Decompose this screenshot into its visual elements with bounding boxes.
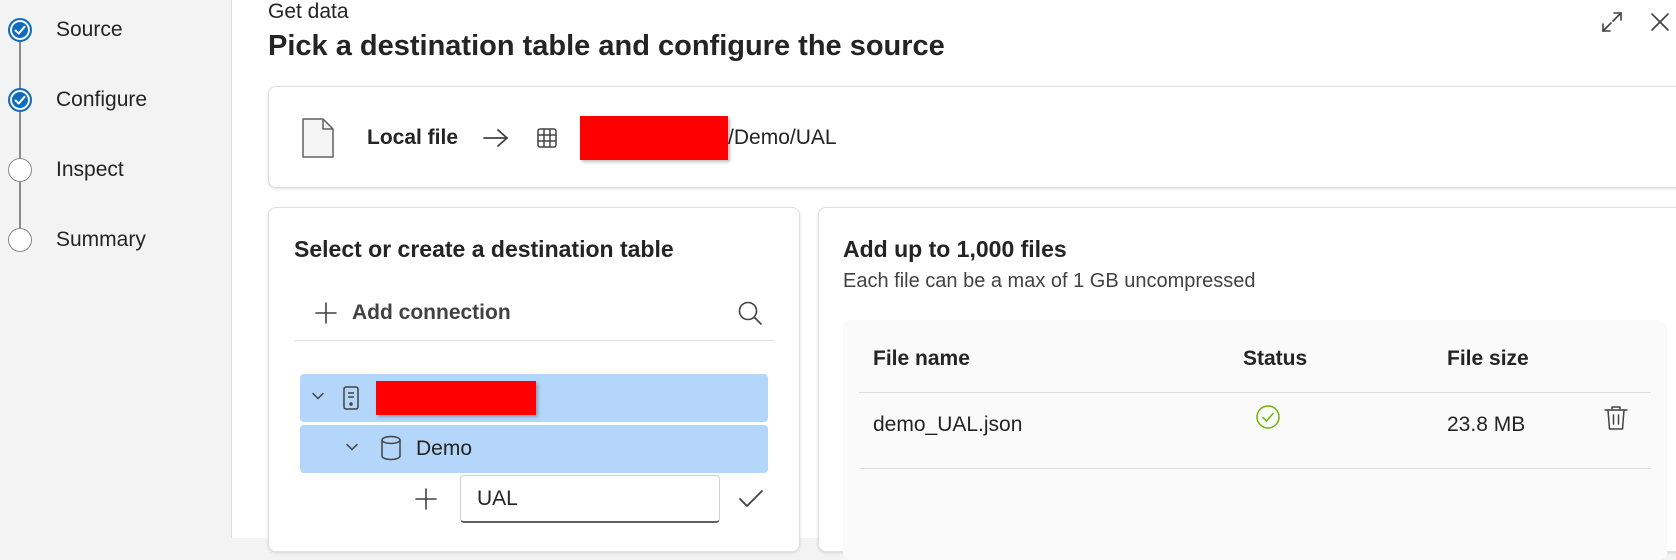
column-header-file-name[interactable]: File name [873, 347, 970, 371]
delete-icon[interactable] [1603, 404, 1629, 432]
file-size-cell: 23.8 MB [1447, 413, 1526, 436]
check-icon [8, 18, 32, 42]
table-icon [536, 127, 558, 149]
row-divider [859, 468, 1651, 469]
database-label: Demo [416, 437, 473, 460]
add-connection-label: Add connection [352, 301, 511, 324]
header-divider [859, 392, 1651, 393]
database-icon [380, 435, 402, 461]
file-name-cell: demo_UAL.json [873, 413, 1023, 436]
files-subheading: Each file can be a max of 1 GB uncompres… [843, 270, 1256, 292]
file-icon [301, 117, 335, 159]
add-connection-bar: Add connection [294, 285, 774, 341]
step-label: Source [56, 18, 123, 41]
plus-icon [315, 302, 337, 324]
new-table-name-input[interactable] [460, 475, 720, 523]
step-summary[interactable]: Summary [0, 220, 220, 260]
arrow-right-icon [482, 127, 510, 149]
wizard-stepper: Source Configure Inspect Summary [0, 0, 232, 538]
new-table-row [300, 475, 768, 527]
destination-path: /Demo/UAL [728, 126, 837, 149]
add-connection-button[interactable]: Add connection [314, 285, 511, 341]
empty-circle-icon [8, 228, 32, 252]
close-icon[interactable] [1644, 6, 1676, 38]
source-path: Local file /Demo/UAL [301, 87, 837, 189]
column-header-status[interactable]: Status [1243, 347, 1307, 371]
chevron-down-icon[interactable] [344, 439, 360, 455]
expand-icon[interactable] [1596, 6, 1628, 38]
page-title: Pick a destination table and configure t… [268, 30, 945, 62]
success-check-icon [1255, 404, 1281, 430]
step-label: Inspect [56, 158, 124, 181]
files-table: File name Status File size demo_UAL.json… [843, 320, 1667, 560]
dialog-actions [1596, 6, 1676, 38]
files-card: Add up to 1,000 files Each file can be a… [818, 207, 1676, 560]
tree-item-cluster[interactable] [300, 374, 768, 422]
step-label: Summary [56, 228, 146, 251]
step-label: Configure [56, 88, 148, 111]
step-source[interactable]: Source [0, 10, 220, 50]
step-inspect[interactable]: Inspect [0, 150, 220, 190]
redacted-cluster-name [580, 116, 729, 160]
empty-circle-icon [8, 158, 32, 182]
step-configure[interactable]: Configure [0, 80, 220, 120]
files-heading: Add up to 1,000 files [843, 236, 1067, 262]
source-path-card: Local file /Demo/UAL [268, 86, 1676, 188]
cluster-icon [342, 385, 360, 411]
tree-item-database[interactable]: Demo [300, 425, 768, 473]
dialog-eyebrow: Get data [268, 0, 349, 23]
column-header-file-size[interactable]: File size [1447, 347, 1529, 371]
redacted-cluster-name [376, 381, 536, 415]
chevron-down-icon[interactable] [310, 388, 326, 404]
search-icon[interactable] [734, 297, 766, 329]
plus-icon[interactable] [414, 487, 438, 511]
confirm-check-icon[interactable] [738, 487, 764, 511]
destination-heading: Select or create a destination table [294, 236, 674, 262]
source-type-label: Local file [367, 126, 459, 149]
check-icon [8, 88, 32, 112]
get-data-dialog: Get data Pick a destination table and co… [232, 0, 1676, 560]
